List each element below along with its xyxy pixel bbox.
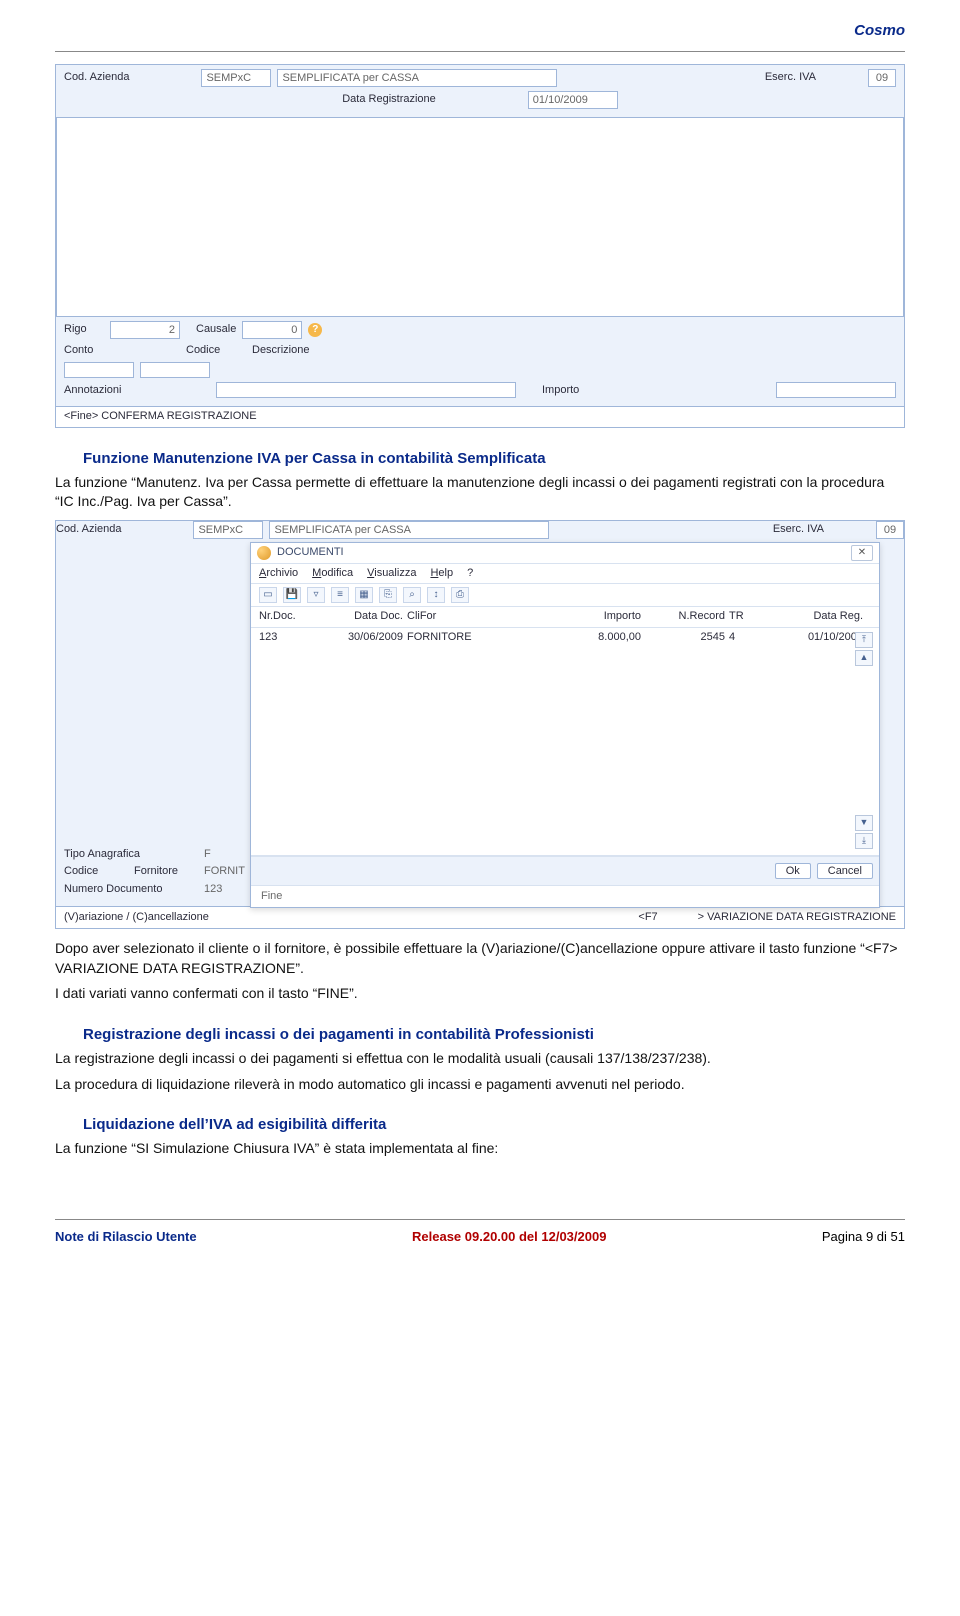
label-tipo-anagrafica: Tipo Anagrafica — [64, 847, 194, 862]
label-importo: Importo — [542, 383, 579, 398]
tool-copy-icon[interactable]: ⎘ — [379, 587, 397, 603]
label-rigo: Rigo — [64, 322, 104, 337]
label-causale: Causale — [196, 322, 236, 337]
footer-release: Release 09.20.00 del 12/03/2009 — [197, 1228, 822, 1246]
field-conto[interactable] — [64, 362, 134, 378]
menubar: AArchiviorchivio Modifica Visualizza Hel… — [251, 564, 879, 584]
heading-manutenzione-iva: Funzione Manutenzione IVA per Cassa in c… — [83, 448, 905, 469]
cell-clifor: FORNITORE — [407, 630, 527, 645]
cell-nrdoc: 123 — [259, 630, 319, 645]
tool-sort-icon[interactable]: ↕ — [427, 587, 445, 603]
label-cod-azienda: Cod. Azienda — [64, 70, 129, 85]
label-eserc-iva: Eserc. IVA — [765, 70, 816, 85]
field-eserc-iva-2[interactable]: 09 — [876, 521, 904, 539]
para-variazione: Dopo aver selezionato il cliente o il fo… — [55, 939, 905, 978]
label-eserc-iva-2: Eserc. IVA — [773, 522, 824, 537]
page-footer: Note di Rilascio Utente Release 09.20.00… — [55, 1219, 905, 1246]
nav-up-icon[interactable]: ▲ — [855, 650, 873, 666]
para-liquidazione-auto: La procedura di liquidazione rileverà in… — [55, 1075, 905, 1095]
field-importo[interactable] — [776, 382, 896, 398]
tool-grid-icon[interactable]: ▦ — [355, 587, 373, 603]
para-causali: La registrazione degli incassi o dei pag… — [55, 1049, 905, 1069]
help-icon[interactable]: ? — [308, 323, 322, 337]
tool-save-icon[interactable]: 💾 — [283, 587, 301, 603]
close-button[interactable]: ✕ — [851, 545, 873, 561]
label-codice: Codice — [186, 343, 236, 358]
grid-nav: ⤒ ▲ ▼ ⤓ — [855, 628, 875, 855]
para-simulazione-chiusura: La funzione “SI Simulazione Chiusura IVA… — [55, 1139, 905, 1159]
field-eserc-iva[interactable]: 09 — [868, 69, 896, 87]
menu-visualizza[interactable]: Visualizza — [367, 566, 416, 581]
field-cod-azienda[interactable]: SEMPxC — [201, 69, 271, 87]
footer-notes: Note di Rilascio Utente — [55, 1228, 197, 1246]
brand-header: Cosmo — [55, 20, 905, 41]
field-rigo[interactable]: 2 — [110, 321, 180, 339]
grid-body: 123 30/06/2009 FORNITORE 8.000,00 2545 4… — [251, 628, 879, 856]
nav-last-icon[interactable]: ⤓ — [855, 833, 873, 849]
label-conto: Conto — [64, 343, 104, 358]
tool-find-icon[interactable]: ⌕ — [403, 587, 421, 603]
field-codice-detail[interactable] — [140, 362, 210, 378]
menu-archivio[interactable]: AArchiviorchivio — [259, 566, 298, 581]
col-importo: Importo — [531, 609, 641, 624]
para-conferma-fine: I dati variati vanno confermati con il t… — [55, 984, 905, 1004]
heading-liquidazione-iva: Liquidazione dell’IVA ad esigibilità dif… — [83, 1114, 905, 1135]
ok-button[interactable]: Ok — [775, 863, 811, 879]
field-causale[interactable]: 0 — [242, 321, 302, 339]
tool-filter-icon[interactable]: ▿ — [307, 587, 325, 603]
hint-variazione-cancellazione: (V)ariazione / (C)ancellazione — [64, 910, 209, 925]
col-datadoc: Data Doc. — [323, 609, 403, 624]
field-cod-azienda-2[interactable]: SEMPxC — [193, 521, 263, 539]
tool-open-icon[interactable]: ▭ — [259, 587, 277, 603]
heading-registrazione-professionisti: Registrazione degli incassi o dei pagame… — [83, 1024, 905, 1045]
tool-print-icon[interactable]: ⎙ — [451, 587, 469, 603]
grid-header: Nr.Doc. Data Doc. CliFor Importo N.Recor… — [251, 607, 879, 627]
nav-down-icon[interactable]: ▼ — [855, 815, 873, 831]
label-fornitore: Fornitore — [134, 864, 194, 879]
hint-conferma-registrazione: <Fine> CONFERMA REGISTRAZIONE — [56, 406, 904, 426]
label-annotazioni: Annotazioni — [64, 383, 134, 398]
tool-list-icon[interactable]: ≡ — [331, 587, 349, 603]
nav-first-icon[interactable]: ⤒ — [855, 632, 873, 648]
field-azienda-descr: SEMPLIFICATA per CASSA — [277, 69, 557, 87]
field-tipo-anagrafica[interactable]: F — [204, 847, 254, 862]
blank-detail-area — [56, 117, 904, 317]
grid-row[interactable]: 123 30/06/2009 FORNITORE 8.000,00 2545 4… — [251, 628, 879, 647]
footer-page: Pagina 9 di 51 — [822, 1228, 905, 1246]
cancel-button[interactable]: Cancel — [817, 863, 873, 879]
col-clifor: CliFor — [407, 609, 527, 624]
form-panel-registrazione: Cod. Azienda SEMPxC SEMPLIFICATA per CAS… — [55, 64, 905, 428]
label-descrizione: Descrizione — [252, 343, 309, 358]
label-cod-azienda-2: Cod. Azienda — [56, 522, 121, 537]
hint-f7-key: <F7 — [638, 910, 657, 925]
label-numero-documento: Numero Documento — [64, 882, 194, 897]
col-datareg: Data Reg. — [773, 609, 863, 624]
menu-question[interactable]: ? — [467, 566, 473, 581]
menu-help[interactable]: Help — [430, 566, 453, 581]
toolbar: ▭ 💾 ▿ ≡ ▦ ⎘ ⌕ ↕ ⎙ — [251, 584, 879, 607]
cell-datareg: 01/10/2009 — [773, 630, 863, 645]
col-tr: TR — [729, 609, 769, 624]
menu-modifica[interactable]: Modifica — [312, 566, 353, 581]
cell-datadoc: 30/06/2009 — [323, 630, 403, 645]
cell-tr: 4 — [729, 630, 769, 645]
label-data-registrazione: Data Registrazione — [342, 92, 436, 107]
status-bar: Fine — [251, 885, 879, 907]
field-annotazioni[interactable] — [216, 382, 516, 398]
field-data-registrazione[interactable]: 01/10/2009 — [528, 91, 618, 109]
col-nrecord: N.Record — [645, 609, 725, 624]
hint-variazione-data: > VARIAZIONE DATA REGISTRAZIONE — [698, 910, 896, 925]
dialog-title: DOCUMENTI — [277, 545, 344, 560]
window-orb-icon — [257, 546, 271, 560]
documenti-dialog: DOCUMENTI ✕ AArchiviorchivio Modifica Vi… — [250, 542, 880, 908]
label-codice-2: Codice — [64, 864, 124, 879]
col-nrdoc: Nr.Doc. — [259, 609, 319, 624]
top-rule — [55, 51, 905, 52]
cell-nrecord: 2545 — [645, 630, 725, 645]
field-azienda-descr-2: SEMPLIFICATA per CASSA — [269, 521, 549, 539]
para-manutenzione-iva: La funzione “Manutenz. Iva per Cassa per… — [55, 473, 905, 512]
cell-importo: 8.000,00 — [531, 630, 641, 645]
